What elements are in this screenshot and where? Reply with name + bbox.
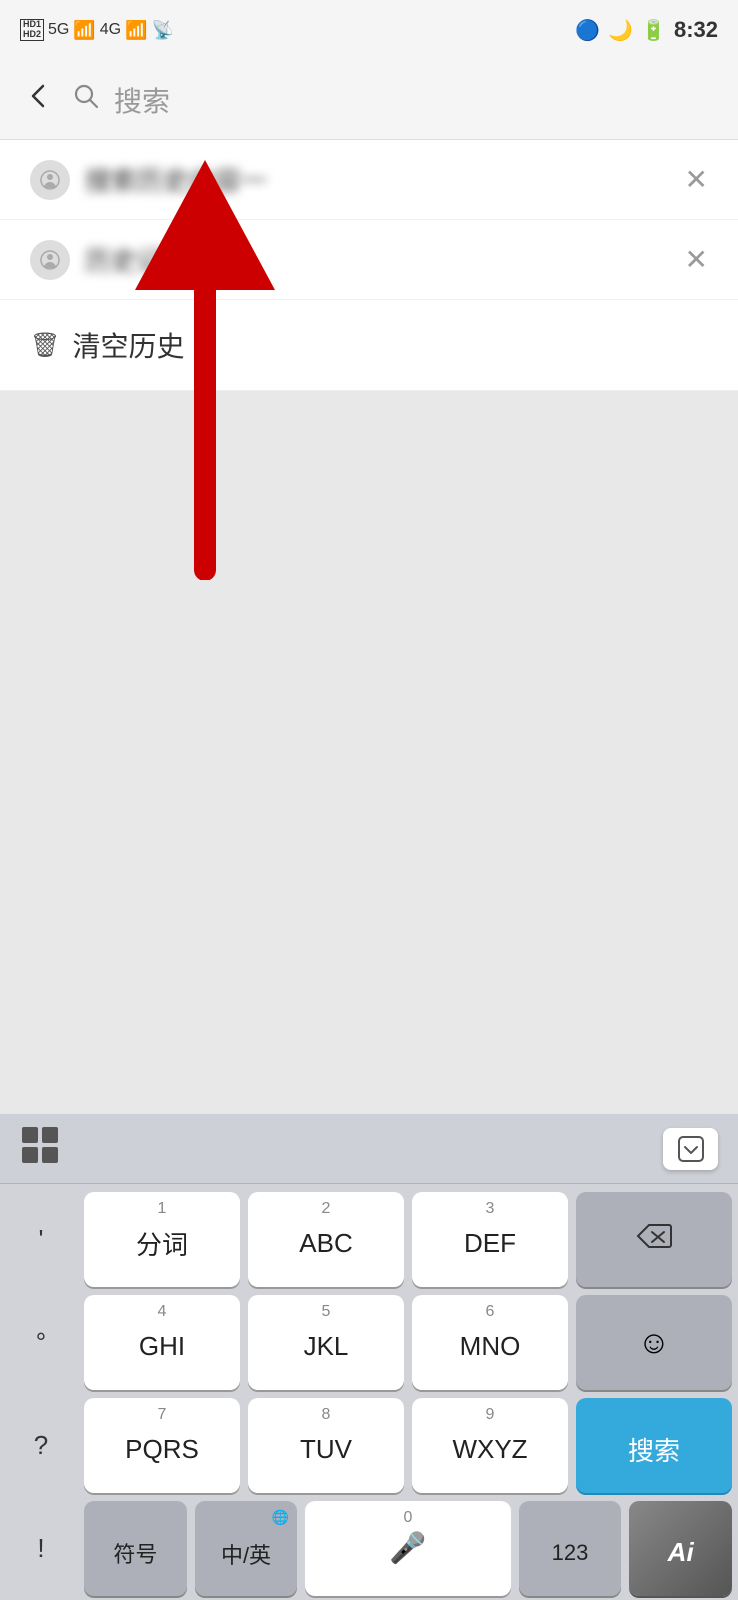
bluetooth-icon: 🔵 — [575, 18, 600, 43]
keyboard-collapse-button[interactable] — [663, 1128, 718, 1170]
key-row-4: ! 符号 🌐 中/英 0 🎤 123 Ai — [6, 1501, 732, 1596]
key-mno-number: 6 — [486, 1303, 495, 1321]
key-wxyz-number: 9 — [486, 1406, 495, 1424]
key-row-3: ? 7 PQRS 8 TUV 9 WXYZ 搜索 — [6, 1398, 732, 1493]
key-wxyz-label: WXYZ — [452, 1434, 527, 1465]
network-5g: 5G — [48, 21, 69, 39]
key-pqrs-number: 7 — [158, 1406, 167, 1424]
hd-badge: HD1 HD2 — [20, 19, 44, 41]
key-fenci[interactable]: 1 分词 — [84, 1192, 240, 1287]
key-symbol[interactable]: 符号 — [84, 1501, 187, 1596]
key-123[interactable]: 123 — [519, 1501, 622, 1596]
trash-icon: 🗑 — [30, 331, 60, 360]
network-4g: 4G — [100, 21, 121, 39]
comma-label: ' — [39, 1224, 44, 1255]
key-row-1: ' 1 分词 2 ABC 3 DEF — [6, 1192, 732, 1287]
search-history: 搜索历史内容一 ✕ 历史记录 ✕ 🗑 清空历史 — [0, 140, 738, 391]
key-degree[interactable]: ° — [6, 1295, 76, 1390]
keyboard-toolbar — [0, 1114, 738, 1184]
key-question[interactable]: ? — [6, 1398, 76, 1493]
key-ai-label: Ai — [668, 1537, 694, 1568]
key-jkl-number: 5 — [322, 1303, 331, 1321]
key-ghi-label: GHI — [139, 1331, 185, 1362]
key-fenci-number: 1 — [158, 1200, 167, 1218]
key-mno-label: MNO — [460, 1331, 521, 1362]
key-ghi[interactable]: 4 GHI — [84, 1295, 240, 1390]
key-symbol-label: 符号 — [113, 1537, 157, 1569]
close-button-2[interactable]: ✕ — [685, 243, 708, 276]
key-row-2: ° 4 GHI 5 JKL 6 MNO ☺ — [6, 1295, 732, 1390]
question-label: ? — [34, 1430, 48, 1461]
status-right: 🔵 🌙 🔋 8:32 — [575, 17, 718, 43]
keyboard-keys: ' 1 分词 2 ABC 3 DEF — [0, 1184, 738, 1600]
time-display: 8:32 — [674, 17, 718, 43]
key-123-label: 123 — [552, 1540, 589, 1566]
key-mno[interactable]: 6 MNO — [412, 1295, 568, 1390]
history-icon-1 — [30, 160, 70, 200]
key-jkl[interactable]: 5 JKL — [248, 1295, 404, 1390]
signal-icon: 📶 — [73, 20, 95, 41]
history-item-left-1: 搜索历史内容一 — [30, 160, 267, 200]
back-button[interactable] — [20, 76, 58, 123]
key-space-number: 0 — [404, 1509, 413, 1527]
clear-history-label: 清空历史 — [72, 325, 184, 365]
search-placeholder[interactable]: 搜索 — [114, 80, 170, 120]
key-pqrs-label: PQRS — [125, 1434, 199, 1465]
history-text-1: 搜索历史内容一 — [85, 161, 267, 198]
search-icon — [73, 83, 99, 116]
key-comma[interactable]: ' — [6, 1192, 76, 1287]
key-tuv[interactable]: 8 TUV — [248, 1398, 404, 1493]
history-icon-2 — [30, 240, 70, 280]
history-item-left-2: 历史记录 — [30, 240, 189, 280]
microphone-icon: 🎤 — [389, 1531, 426, 1566]
key-fenci-label: 分词 — [136, 1225, 188, 1262]
status-bar: HD1 HD2 5G 📶 4G 📶 📡 🔵 🌙 🔋 8:32 — [0, 0, 738, 60]
key-language[interactable]: 🌐 中/英 — [195, 1501, 298, 1596]
emoji-icon: ☺ — [638, 1324, 671, 1361]
key-def[interactable]: 3 DEF — [412, 1192, 568, 1287]
key-delete[interactable] — [576, 1192, 732, 1287]
key-language-label: 中/英 — [221, 1538, 271, 1570]
key-ai[interactable]: Ai — [629, 1501, 732, 1596]
key-space[interactable]: 0 🎤 — [305, 1501, 510, 1596]
battery-icon: 🔋 — [641, 18, 666, 43]
history-text-2: 历史记录 — [85, 241, 189, 278]
keyboard-container: ' 1 分词 2 ABC 3 DEF — [0, 1114, 738, 1600]
close-button-1[interactable]: ✕ — [685, 163, 708, 196]
key-jkl-label: JKL — [304, 1331, 349, 1362]
key-emoji[interactable]: ☺ — [576, 1295, 732, 1390]
status-left: HD1 HD2 5G 📶 4G 📶 📡 — [20, 19, 174, 41]
wifi-icon: 📡 — [152, 20, 174, 41]
history-item-2[interactable]: 历史记录 ✕ — [0, 220, 738, 300]
key-def-number: 3 — [486, 1200, 495, 1218]
key-pqrs[interactable]: 7 PQRS — [84, 1398, 240, 1493]
exclaim-label: ! — [37, 1533, 44, 1564]
degree-label: ° — [36, 1327, 46, 1358]
key-def-label: DEF — [464, 1228, 516, 1259]
key-abc[interactable]: 2 ABC — [248, 1192, 404, 1287]
key-wxyz[interactable]: 9 WXYZ — [412, 1398, 568, 1493]
key-abc-label: ABC — [299, 1228, 352, 1259]
signal-icon2: 📶 — [125, 20, 147, 41]
delete-icon — [636, 1223, 672, 1256]
key-ghi-number: 4 — [158, 1303, 167, 1321]
key-exclaim[interactable]: ! — [6, 1501, 76, 1596]
moon-icon: 🌙 — [608, 18, 633, 43]
key-search-label: 搜索 — [628, 1431, 680, 1468]
search-bar: 搜索 — [0, 60, 738, 140]
keyboard-grid-icon[interactable] — [20, 1125, 60, 1173]
gray-content-area — [0, 391, 738, 971]
key-tuv-label: TUV — [300, 1434, 352, 1465]
key-tuv-number: 8 — [322, 1406, 331, 1424]
key-abc-number: 2 — [322, 1200, 331, 1218]
history-item-1[interactable]: 搜索历史内容一 ✕ — [0, 140, 738, 220]
clear-history-button[interactable]: 🗑 清空历史 — [0, 300, 738, 390]
key-search[interactable]: 搜索 — [576, 1398, 732, 1493]
